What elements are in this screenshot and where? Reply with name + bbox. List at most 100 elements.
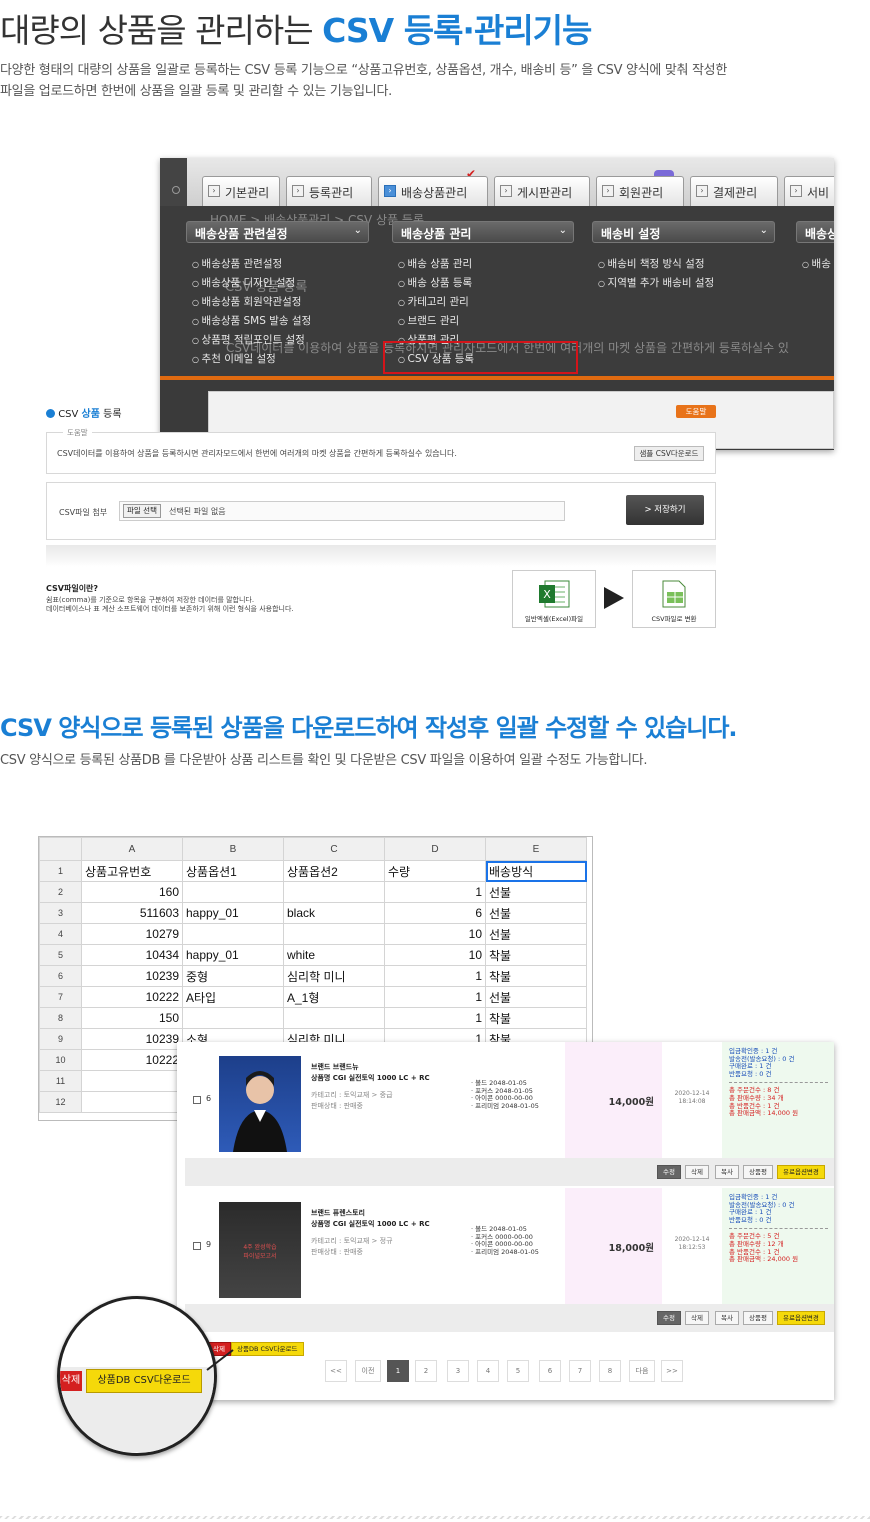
row-button[interactable]: 수정 xyxy=(657,1165,681,1179)
cell[interactable]: 선불 xyxy=(485,986,587,1008)
help-button[interactable]: 도움말 xyxy=(676,405,716,418)
cell[interactable]: 511603 xyxy=(81,902,183,924)
cell[interactable]: 1 xyxy=(384,986,486,1008)
row-number[interactable]: 10 xyxy=(39,1049,82,1071)
row-number[interactable]: 9 xyxy=(39,1028,82,1050)
cell[interactable] xyxy=(81,1070,183,1092)
row-number[interactable]: 1 xyxy=(39,860,82,882)
cell[interactable]: 6 xyxy=(384,902,486,924)
tab-5[interactable]: › 결제관리 xyxy=(690,176,778,206)
column-header[interactable]: C xyxy=(283,837,385,861)
pager-button[interactable]: 4 xyxy=(477,1360,499,1382)
tab-3[interactable]: › 게시판관리 xyxy=(494,176,590,206)
row-button[interactable]: 복사 xyxy=(715,1165,739,1179)
cell[interactable] xyxy=(182,923,284,945)
cell[interactable]: 1 xyxy=(384,1007,486,1029)
row-button[interactable]: 삭제 xyxy=(685,1311,709,1325)
row-button[interactable]: 상품평 xyxy=(743,1165,773,1179)
column-header[interactable]: B xyxy=(182,837,284,861)
cell[interactable] xyxy=(182,1007,284,1029)
cell[interactable]: A타입 xyxy=(182,986,284,1008)
cell[interactable]: 1 xyxy=(384,965,486,987)
menu-header-1[interactable]: 배송상품 관리 ⌄ xyxy=(392,221,574,243)
row-button[interactable]: 유료옵션변경 xyxy=(777,1311,825,1325)
tab-2[interactable]: › 배송상품관리 xyxy=(378,176,488,206)
cell[interactable]: 수량 xyxy=(384,860,486,882)
row-button[interactable]: 복사 xyxy=(715,1311,739,1325)
row-number[interactable]: 11 xyxy=(39,1070,82,1092)
cell[interactable]: white xyxy=(283,944,385,966)
row-number[interactable]: 3 xyxy=(39,902,82,924)
cell[interactable]: 10 xyxy=(384,923,486,945)
cell[interactable]: 착불 xyxy=(485,965,587,987)
pager-button[interactable]: 7 xyxy=(569,1360,591,1382)
menu-item[interactable]: 배송상품 회원약관설정 xyxy=(192,294,302,309)
save-button[interactable]: > 저장하기 xyxy=(626,495,704,525)
cell[interactable]: 160 xyxy=(81,881,183,903)
product-db-csv-download-button[interactable]: 상품DB CSV다운로드 xyxy=(86,1369,202,1393)
corner-cell[interactable] xyxy=(39,837,82,861)
pager-button[interactable]: 3 xyxy=(447,1360,469,1382)
row-button[interactable]: 유료옵션변경 xyxy=(777,1165,825,1179)
menu-item[interactable]: 추천 이메일 설정 xyxy=(192,351,276,366)
cell[interactable]: 중형 xyxy=(182,965,284,987)
cell[interactable] xyxy=(283,1007,385,1029)
product-name[interactable]: 상품명 CGI 실전토익 1000 LC + RC xyxy=(311,1073,430,1084)
row-number[interactable]: 4 xyxy=(39,923,82,945)
product-name[interactable]: 상품명 CGI 실전토익 1000 LC + RC xyxy=(311,1219,430,1230)
cell[interactable]: 배송방식 xyxy=(485,860,587,882)
cell[interactable] xyxy=(81,1091,183,1113)
menu-item[interactable]: 배송 xyxy=(802,256,831,271)
row-number[interactable]: 2 xyxy=(39,881,82,903)
cell[interactable]: A_1형 xyxy=(283,986,385,1008)
sample-csv-download-button[interactable]: 샘플 CSV다운로드 xyxy=(634,446,704,461)
row-button[interactable]: 삭제 xyxy=(685,1165,709,1179)
cell[interactable]: 착불 xyxy=(485,944,587,966)
pager-button[interactable]: 6 xyxy=(539,1360,561,1382)
tab-4[interactable]: › 회원관리 xyxy=(596,176,684,206)
row-button[interactable]: 상품평 xyxy=(743,1311,773,1325)
tab-1[interactable]: › 등록관리 xyxy=(286,176,372,206)
cell[interactable]: 1 xyxy=(384,881,486,903)
menu-header-2[interactable]: 배송비 설정 ⌄ xyxy=(592,221,775,243)
bottom-csv-download-button[interactable]: 상품DB CSV다운로드 xyxy=(231,1342,304,1356)
cell[interactable]: 선불 xyxy=(485,902,587,924)
menu-item[interactable]: 배송 상품 등록 xyxy=(398,275,473,290)
cell[interactable]: 착불 xyxy=(485,1007,587,1029)
menu-item[interactable]: 배송상품 SMS 발송 설정 xyxy=(192,313,312,328)
cell[interactable] xyxy=(283,881,385,903)
cell[interactable]: 선불 xyxy=(485,881,587,903)
tab-6[interactable]: › 서비 xyxy=(784,176,834,206)
tab-0[interactable]: › 기본관리 xyxy=(202,176,280,206)
pager-button[interactable]: 5 xyxy=(507,1360,529,1382)
row-number[interactable]: 6 xyxy=(39,965,82,987)
menu-item[interactable]: 배송 상품 관리 xyxy=(398,256,473,271)
pager-button[interactable]: 8 xyxy=(599,1360,621,1382)
cell[interactable]: 상품옵션1 xyxy=(182,860,284,882)
cell[interactable]: 10239 xyxy=(81,965,183,987)
row-number[interactable]: 5 xyxy=(39,944,82,966)
pager-button[interactable]: 다음 xyxy=(629,1360,655,1382)
row-checkbox[interactable] xyxy=(193,1242,201,1250)
cell[interactable] xyxy=(283,923,385,945)
menu-item[interactable]: 상품평 적립포인트 설정 xyxy=(192,332,305,347)
row-button[interactable]: 수정 xyxy=(657,1311,681,1325)
cell[interactable]: 선불 xyxy=(485,923,587,945)
menu-item[interactable]: 브랜드 관리 xyxy=(398,313,460,328)
column-header[interactable]: E xyxy=(485,837,587,861)
pager-button[interactable]: 이전 xyxy=(355,1360,381,1382)
delete-button[interactable]: 삭제 xyxy=(60,1371,82,1391)
cell[interactable]: 150 xyxy=(81,1007,183,1029)
cell[interactable]: 10 xyxy=(384,944,486,966)
cell[interactable]: black xyxy=(283,902,385,924)
cell[interactable]: 10239 xyxy=(81,1028,183,1050)
cell[interactable]: 상품고유번호 xyxy=(81,860,183,882)
cell[interactable]: 상품옵션2 xyxy=(283,860,385,882)
row-number[interactable]: 7 xyxy=(39,986,82,1008)
pager-button[interactable]: >> xyxy=(661,1360,683,1382)
cell[interactable]: 10279 xyxy=(81,923,183,945)
row-number[interactable]: 8 xyxy=(39,1007,82,1029)
pager-button[interactable]: << xyxy=(325,1360,347,1382)
row-checkbox[interactable] xyxy=(193,1096,201,1104)
cell[interactable]: happy_01 xyxy=(182,902,284,924)
